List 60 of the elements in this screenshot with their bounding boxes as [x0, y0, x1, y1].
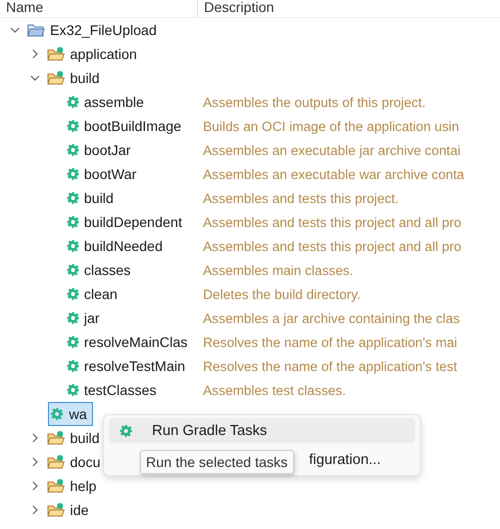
- task-name[interactable]: jar: [84, 310, 100, 326]
- task-name[interactable]: classes: [84, 262, 131, 278]
- tree-item[interactable]: docu: [70, 454, 100, 470]
- project-folder-icon: [27, 22, 45, 38]
- task-description: Assembles the outputs of this project.: [202, 94, 427, 110]
- task-name[interactable]: buildNeeded: [84, 238, 163, 254]
- column-header[interactable]: Description: [197, 0, 500, 17]
- gear-icon: [67, 384, 79, 396]
- task-description: Assembles an executable war archive conta: [202, 166, 466, 182]
- folder-icon: [47, 46, 65, 62]
- tree-item[interactable]: Ex32_FileUpload: [50, 22, 157, 38]
- task-description: Assembles an executable jar archive contai: [202, 142, 462, 158]
- menu-item[interactable]: Run Gradle Tasks: [109, 418, 415, 443]
- gear-icon: [67, 96, 79, 108]
- gear-icon: [67, 360, 79, 372]
- folder-icon: [47, 454, 65, 470]
- gear-icon: [67, 312, 79, 324]
- task-description: Assembles and tests this project and all pro: [202, 238, 462, 254]
- gear-icon: [67, 120, 79, 132]
- column-header[interactable]: Name: [0, 0, 197, 17]
- gear-icon: [67, 336, 79, 348]
- task-description: Assembles main classes.: [202, 262, 354, 278]
- task-name[interactable]: assemble: [84, 94, 144, 110]
- gear-icon: [67, 264, 79, 276]
- gear-icon: [51, 408, 63, 420]
- gear-icon: [67, 168, 79, 180]
- tree-item[interactable]: build: [70, 70, 100, 86]
- selected-tree-item[interactable]: wa: [48, 402, 93, 426]
- gear-icon: [67, 144, 79, 156]
- task-description: Assembles and tests this project.: [202, 190, 400, 206]
- task-name[interactable]: resolveTestMain: [84, 358, 186, 374]
- gear-icon: [67, 288, 79, 300]
- folder-icon: [47, 70, 65, 86]
- tree-item[interactable]: help: [70, 478, 96, 494]
- task-name[interactable]: bootWar: [84, 166, 136, 182]
- task-description: Deletes the build directory.: [202, 286, 362, 302]
- gear-icon: [67, 240, 79, 252]
- task-description: Builds an OCI image of the application usin: [202, 118, 460, 134]
- task-description: Assembles test classes.: [202, 382, 347, 398]
- folder-icon: [47, 478, 65, 494]
- gear-icon: [67, 192, 79, 204]
- tree-item[interactable]: ide: [70, 502, 89, 518]
- folder-icon: [47, 502, 65, 518]
- folder-icon: [47, 430, 65, 446]
- gear-icon: [120, 424, 132, 436]
- task-name[interactable]: clean: [84, 286, 118, 302]
- task-name[interactable]: testClasses: [84, 382, 156, 398]
- gear-icon: [67, 216, 79, 228]
- task-name[interactable]: buildDependent: [84, 214, 182, 230]
- task-name[interactable]: build: [84, 190, 114, 206]
- task-description: Assembles a jar archive containing the clas: [202, 310, 461, 326]
- tooltip: Run the selected tasks: [140, 450, 294, 474]
- task-name[interactable]: bootBuildImage: [84, 118, 182, 134]
- task-description: Resolves the name of the application's mai: [202, 334, 458, 350]
- task-name[interactable]: resolveMainClas: [84, 334, 188, 350]
- tree-item[interactable]: application: [70, 46, 137, 62]
- tree-item[interactable]: build: [70, 430, 100, 446]
- task-description: Resolves the name of the application's test: [202, 358, 458, 374]
- task-description: Assembles and tests this project and all pro: [202, 214, 462, 230]
- task-name[interactable]: bootJar: [84, 142, 131, 158]
